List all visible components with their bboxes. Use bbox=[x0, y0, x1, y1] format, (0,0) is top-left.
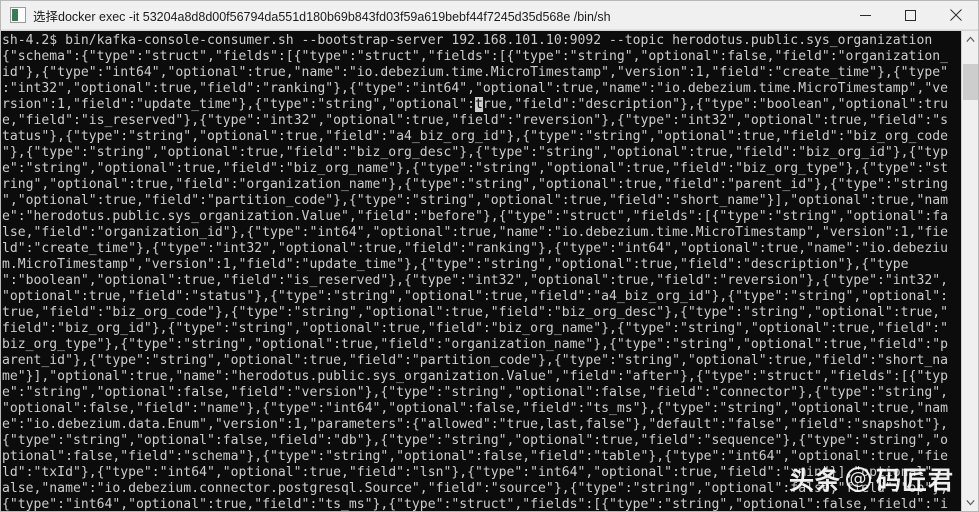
terminal-area: sh-4.2$ bin/kafka-console-consumer.sh --… bbox=[1, 30, 978, 511]
terminal-line: sh-4.2$ bin/kafka-console-consumer.sh --… bbox=[2, 33, 933, 48]
terminal-line: ld":"create_time"},{"type":"int32","opti… bbox=[2, 241, 948, 256]
terminal-line: alse,"name":"io.debezium.connector.postg… bbox=[2, 481, 948, 496]
terminal-line: {"schema":{"type":"struct","fields":[{"t… bbox=[2, 49, 948, 64]
terminal-line: e,"field":"is_reserved"},{"type":"int32"… bbox=[2, 113, 948, 128]
terminal-line: rsion":1,"field":"update_time"},{"type":… bbox=[2, 97, 948, 112]
terminal-line: id"},{"type":"int64","optional":true,"na… bbox=[2, 65, 948, 80]
terminal-line: e":"string","optional":false,"field":"ve… bbox=[2, 385, 948, 400]
terminal-line: {"type":"string","optional":false,"field… bbox=[2, 433, 948, 448]
terminal-line: "},{"type":"string","optional":true,"fie… bbox=[2, 145, 948, 160]
maximize-button[interactable] bbox=[888, 1, 933, 29]
terminal-line: "optional":true,"field":"status"},{"type… bbox=[2, 289, 948, 304]
terminal-line: ":"boolean","optional":true,"field":"is_… bbox=[2, 273, 948, 288]
terminal-line: ptional":false,"field":"schema"},{"type"… bbox=[2, 449, 948, 464]
terminal-line: field":"biz_org_id"},{"type":"string","o… bbox=[2, 321, 948, 336]
console-window-icon bbox=[10, 7, 26, 23]
console-window: 选择docker exec -it 53204a8d8d00f56794da55… bbox=[0, 0, 979, 512]
scrollbar-thumb[interactable] bbox=[963, 64, 978, 100]
terminal-line: ","optional":true,"field":"partition_cod… bbox=[2, 193, 948, 208]
scroll-down-arrow-icon[interactable] bbox=[962, 494, 978, 511]
scrollbar-track[interactable] bbox=[962, 48, 978, 494]
window-title: 选择docker exec -it 53204a8d8d00f56794da55… bbox=[33, 9, 611, 24]
terminal-line: m.MicroTimestamp","version":1,"field":"u… bbox=[2, 257, 909, 272]
scroll-up-arrow-icon[interactable] bbox=[962, 31, 978, 48]
terminal-line: e":"herodotus.public.sys_organization.Va… bbox=[2, 209, 948, 224]
terminal-line: me"}],"optional":true,"name":"herodotus.… bbox=[2, 369, 948, 384]
close-button[interactable] bbox=[933, 1, 978, 29]
terminal-output[interactable]: sh-4.2$ bin/kafka-console-consumer.sh --… bbox=[1, 31, 961, 511]
terminal-line: :"int32","optional":true,"field":"rankin… bbox=[2, 81, 948, 96]
terminal-line: arent_id"},{"type":"string","optional":t… bbox=[2, 353, 948, 368]
terminal-line: e":"io.debezium.data.Enum","version":1,"… bbox=[2, 417, 948, 432]
terminal-line: {"type":"int64","optional":true,"field":… bbox=[2, 497, 948, 511]
terminal-line: lse,"field":"organization_id"},{"type":"… bbox=[2, 225, 948, 240]
terminal-cursor: t bbox=[475, 97, 483, 112]
terminal-line: "optional":false,"field":"name"},{"type"… bbox=[2, 401, 948, 416]
terminal-line: tatus"},{"type":"string","optional":true… bbox=[2, 129, 948, 144]
terminal-line: ring","optional":true,"field":"organizat… bbox=[2, 177, 948, 192]
vertical-scrollbar[interactable] bbox=[961, 31, 978, 511]
terminal-line: true,"field":"biz_org_code"},{"type":"st… bbox=[2, 305, 948, 320]
terminal-line: biz_org_type"},{"type":"string","optiona… bbox=[2, 337, 948, 352]
window-controls bbox=[843, 1, 978, 29]
title-bar[interactable]: 选择docker exec -it 53204a8d8d00f56794da55… bbox=[1, 1, 978, 30]
minimize-button[interactable] bbox=[843, 1, 888, 29]
terminal-line: e":"string","optional":true,"field":"biz… bbox=[2, 161, 948, 176]
terminal-line: ld":"txId"},{"type":"int64","optional":t… bbox=[2, 465, 941, 480]
